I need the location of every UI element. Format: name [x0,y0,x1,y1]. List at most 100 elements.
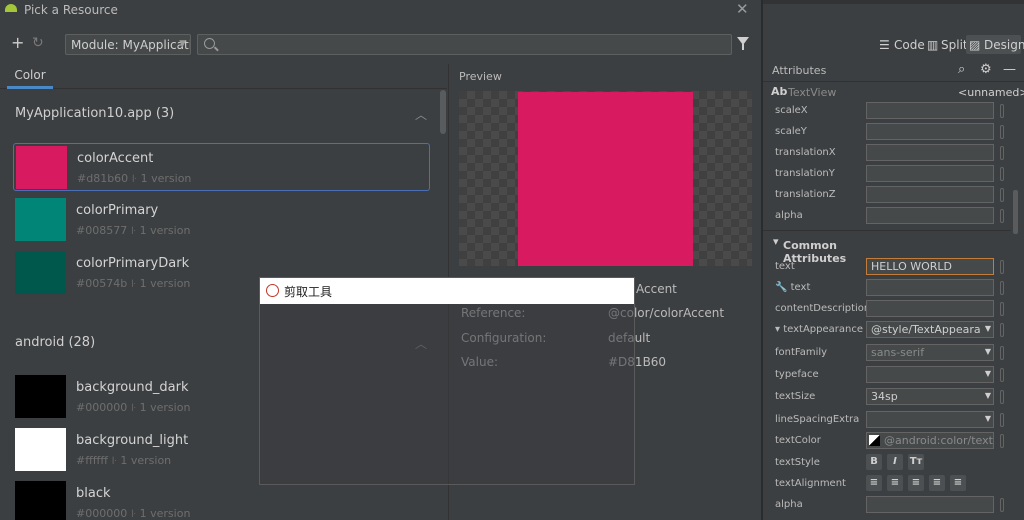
pick-resource-icon[interactable] [1000,434,1004,448]
code-icon[interactable]: ☰ [879,38,890,52]
preview-name: Accent [636,282,677,296]
chevron-down-icon: ▼ [984,324,991,333]
item-name: colorPrimaryDark [76,256,190,271]
tab-color[interactable]: Color [7,64,53,89]
pick-resource-icon[interactable] [1000,346,1004,360]
attribute-label: typeface [775,369,819,380]
text-appearance-select[interactable]: @style/TextAppeara ▼ [866,321,994,338]
widget-row: Ab TextView <unnamed> [763,84,1024,102]
chevron-down-icon: ▼ [984,391,991,400]
view-mode-code[interactable]: Code [894,38,925,52]
gear-icon[interactable]: ⚙ [980,62,992,77]
item-name: black [76,486,111,501]
color-swatch [16,146,67,189]
color-preview-icon [869,435,880,446]
line-spacing-select[interactable]: ▼ [866,411,994,428]
pick-resource-icon[interactable] [1000,413,1004,427]
search-icon[interactable]: ⌕ [958,62,965,77]
group-header-android[interactable]: android (28) [15,335,95,350]
attribute-input[interactable] [866,144,994,161]
pick-resource-icon[interactable] [1000,209,1004,223]
attribute-input[interactable] [866,186,994,203]
list-item[interactable]: colorAccent #d81b60 ꜏ 1 version [13,143,430,191]
snipping-tool-window[interactable]: 剪取工具 [259,277,635,485]
tools-text-input[interactable] [866,279,994,296]
pick-resource-icon[interactable] [1000,260,1004,274]
attribute-input[interactable] [866,496,994,513]
attribute-row: textSize 34sp ▼ [763,387,1011,407]
pick-resource-icon[interactable] [1000,302,1004,316]
bold-button[interactable]: B [866,454,882,470]
pick-resource-icon[interactable] [1000,125,1004,139]
group-header-app[interactable]: MyApplication10.app (3) [15,106,174,121]
android-icon [5,4,17,12]
pick-resource-icon[interactable] [1000,104,1004,118]
attribute-label: lineSpacingExtra [775,414,860,425]
pick-resource-icon[interactable] [1000,281,1004,295]
item-name: colorPrimary [76,203,159,218]
attributes-title: Attributes [772,64,827,77]
view-mode-design-button[interactable]: ▨ Design [966,35,1024,54]
text-input[interactable]: HELLO WORLD [866,258,994,275]
attribute-input[interactable] [866,207,994,224]
list-scrollbar[interactable] [440,90,446,134]
snipping-tool-titlebar[interactable]: 剪取工具 [260,278,634,304]
view-mode-bar: ☰ Code ▥ Split ▨ Design [763,34,1024,54]
attribute-input[interactable] [866,300,994,317]
pick-resource-icon[interactable] [1000,146,1004,160]
pick-resource-icon[interactable] [1000,368,1004,382]
pick-resource-icon[interactable] [1000,167,1004,181]
item-name: background_light [76,433,189,448]
top-strip [763,0,1024,4]
align-center-icon[interactable]: ≡ [887,475,903,491]
attribute-input[interactable] [866,102,994,119]
attribute-input[interactable] [866,165,994,182]
pick-resource-icon[interactable] [1000,498,1004,512]
all-caps-button[interactable]: Tт [908,454,924,470]
split-icon[interactable]: ▥ [927,38,938,52]
attribute-input[interactable] [866,123,994,140]
module-select[interactable]: Module: MyApplicati ▼ [65,34,191,55]
minimize-icon[interactable]: — [1003,62,1016,77]
attributes-header: Attributes ⌕ ⚙ — [763,60,1024,82]
font-family-select[interactable]: sans-serif ▼ [866,344,994,361]
refresh-icon[interactable]: ↻ [32,34,44,52]
color-swatch [15,251,66,294]
chevron-up-icon[interactable]: ︿ [415,106,427,123]
pick-resource-icon[interactable] [1000,188,1004,202]
align-start-icon[interactable]: ≡ [866,475,882,491]
dialog-titlebar: Pick a Resource ✕ [0,0,761,20]
add-icon[interactable]: + [11,34,24,52]
close-icon[interactable]: ✕ [736,0,749,18]
attribute-label: textColor [775,435,821,446]
list-item[interactable]: colorPrimary #008577 ꜏ 1 version [13,196,430,244]
pick-resource-icon[interactable] [1000,323,1004,337]
item-meta: #d81b60 ꜏ 1 version [77,172,192,185]
attribute-label: textSize [775,391,816,402]
text-size-select[interactable]: 34sp ▼ [866,388,994,405]
italic-button[interactable]: I [887,454,903,470]
typeface-select[interactable]: ▼ [866,366,994,383]
attribute-label: translationZ [775,189,836,200]
item-meta: #000000 ꜏ 1 version [76,507,191,520]
pick-resource-icon[interactable] [1000,390,1004,404]
attributes-scrollbar[interactable] [1013,190,1018,234]
filter-icon[interactable] [737,37,749,50]
view-mode-split[interactable]: Split [941,38,968,52]
chevron-down-icon: ▼ [179,39,186,49]
color-swatch [15,481,66,520]
attributes-panel: ☰ Code ▥ Split ▨ Design Attributes ⌕ ⚙ —… [763,0,1024,520]
common-attributes-header[interactable]: ▾ Common Attributes [763,230,1011,265]
list-item[interactable]: black #000000 ꜏ 1 version [13,479,430,520]
image-icon: ▨ [969,38,981,52]
chevron-down-icon: ▼ [984,347,991,356]
widget-id[interactable]: <unnamed> [958,86,1024,99]
align-end-icon[interactable]: ≡ [908,475,924,491]
align-view-start-icon[interactable]: ≡ [929,475,945,491]
text-color-input[interactable]: @android:color/text_c [866,432,994,449]
attribute-label: 🔧 text [775,282,811,293]
attribute-row: translationZ [763,185,1011,205]
align-view-end-icon[interactable]: ≡ [950,475,966,491]
attribute-label: text [775,261,795,272]
search-input[interactable] [197,34,732,55]
